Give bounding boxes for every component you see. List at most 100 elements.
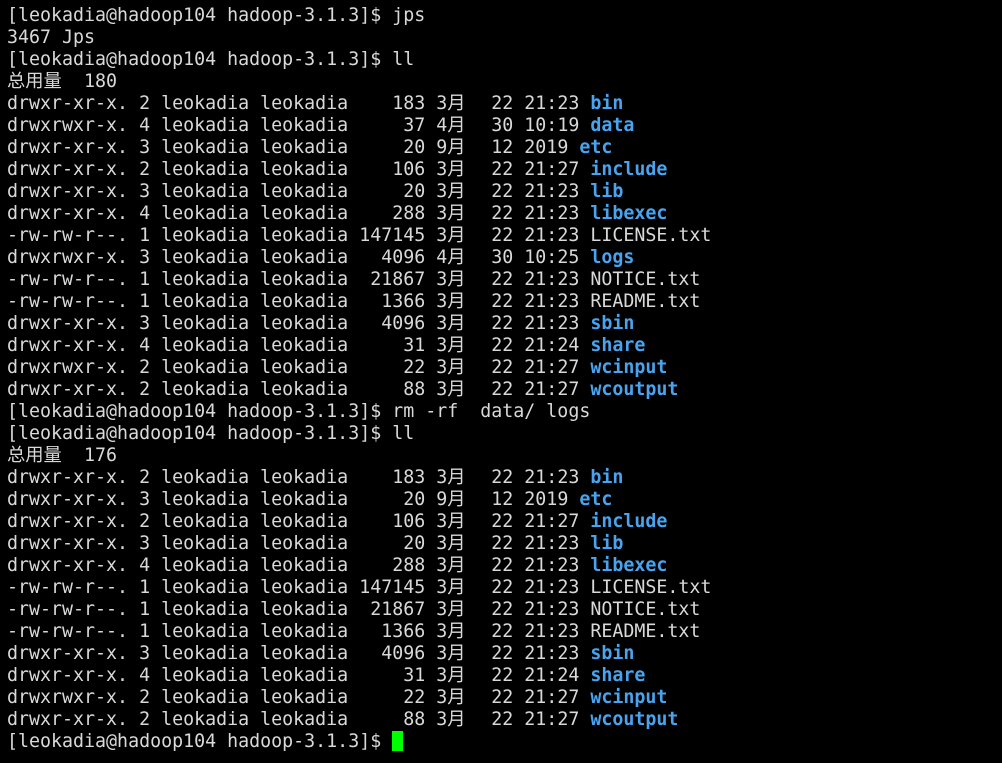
file-month: 3月: [436, 225, 466, 246]
file-attributes: drwxrwxr-x. 2 leokadia leokadia 22: [7, 687, 437, 708]
file-month: 3月: [436, 555, 466, 576]
file-month: 4月: [436, 115, 466, 136]
file-attributes: drwxr-xr-x. 3 leokadia leokadia 20: [7, 533, 437, 554]
directory-name: bin: [590, 93, 624, 114]
file-listing-row: drwxr-xr-x. 2 leokadia leokadia 183 3月 2…: [7, 93, 1002, 115]
file-name: LICENSE.txt: [590, 577, 712, 598]
file-listing-row: -rw-rw-r--. 1 leokadia leokadia 1366 3月 …: [7, 291, 1002, 313]
file-attributes: drwxr-xr-x. 3 leokadia leokadia 4096: [7, 643, 437, 664]
shell-prompt: [leokadia@hadoop104 hadoop-3.1.3]$: [7, 401, 393, 422]
directory-name: libexec: [590, 203, 668, 224]
file-attributes: drwxrwxr-x. 2 leokadia leokadia 22: [7, 357, 437, 378]
directory-name: etc: [579, 489, 613, 510]
file-month: 3月: [436, 159, 466, 180]
file-name: LICENSE.txt: [590, 225, 712, 246]
file-date-time: 22 21:27: [469, 687, 591, 708]
file-name: NOTICE.txt: [590, 599, 701, 620]
file-attributes: drwxr-xr-x. 2 leokadia leokadia 183: [7, 93, 437, 114]
terminal-line: 3467 Jps: [7, 27, 1002, 49]
total-label: 总用量: [7, 445, 62, 466]
file-listing-row: drwxr-xr-x. 2 leokadia leokadia 183 3月 2…: [7, 467, 1002, 489]
directory-name: bin: [590, 467, 624, 488]
file-listing-row: drwxr-xr-x. 4 leokadia leokadia 31 3月 22…: [7, 335, 1002, 357]
file-month: 3月: [436, 379, 466, 400]
file-listing-row: drwxr-xr-x. 4 leokadia leokadia 288 3月 2…: [7, 203, 1002, 225]
file-listing-row: -rw-rw-r--. 1 leokadia leokadia 147145 3…: [7, 577, 1002, 599]
file-attributes: drwxr-xr-x. 3 leokadia leokadia 20: [7, 181, 437, 202]
file-attributes: -rw-rw-r--. 1 leokadia leokadia 1366: [7, 291, 437, 312]
directory-name: include: [590, 511, 668, 532]
total-value: 176: [73, 445, 118, 466]
file-month: 9月: [436, 489, 466, 510]
file-month: 3月: [436, 335, 466, 356]
file-name: NOTICE.txt: [590, 269, 701, 290]
file-date-time: 22 21:27: [469, 379, 591, 400]
file-month: 3月: [436, 291, 466, 312]
file-date-time: 22 21:23: [469, 181, 591, 202]
file-date-time: 22 21:24: [469, 335, 591, 356]
file-date-time: 22 21:23: [469, 203, 591, 224]
file-attributes: drwxrwxr-x. 4 leokadia leokadia 37: [7, 115, 437, 136]
file-name: README.txt: [590, 291, 701, 312]
file-month: 3月: [436, 357, 466, 378]
file-listing-row: -rw-rw-r--. 1 leokadia leokadia 21867 3月…: [7, 599, 1002, 621]
file-date-time: 22 21:23: [469, 93, 591, 114]
file-date-time: 22 21:27: [469, 511, 591, 532]
command-text: jps: [392, 5, 426, 26]
file-attributes: drwxr-xr-x. 2 leokadia leokadia 88: [7, 709, 437, 730]
file-month: 3月: [436, 313, 466, 334]
file-attributes: drwxr-xr-x. 3 leokadia leokadia 4096: [7, 313, 437, 334]
command-input-line[interactable]: [leokadia@hadoop104 hadoop-3.1.3]$: [7, 731, 1002, 753]
directory-name: wcoutput: [590, 379, 679, 400]
file-date-time: 12 2019: [469, 489, 580, 510]
cursor: [392, 731, 404, 751]
terminal-line: [leokadia@hadoop104 hadoop-3.1.3]$ ll: [7, 49, 1002, 71]
file-listing-row: -rw-rw-r--. 1 leokadia leokadia 1366 3月 …: [7, 621, 1002, 643]
file-month: 3月: [436, 511, 466, 532]
file-listing-row: drwxr-xr-x. 2 leokadia leokadia 88 3月 22…: [7, 709, 1002, 731]
file-date-time: 22 21:23: [469, 643, 591, 664]
file-attributes: -rw-rw-r--. 1 leokadia leokadia 21867: [7, 269, 437, 290]
file-attributes: -rw-rw-r--. 1 leokadia leokadia 147145: [7, 577, 437, 598]
file-listing-row: drwxr-xr-x. 3 leokadia leokadia 20 3月 22…: [7, 181, 1002, 203]
file-attributes: drwxr-xr-x. 4 leokadia leokadia 31: [7, 335, 437, 356]
file-listing-row: drwxr-xr-x. 2 leokadia leokadia 106 3月 2…: [7, 511, 1002, 533]
file-listing-row: -rw-rw-r--. 1 leokadia leokadia 147145 3…: [7, 225, 1002, 247]
file-month: 3月: [436, 93, 466, 114]
file-month: 3月: [436, 643, 466, 664]
file-month: 3月: [436, 621, 466, 642]
file-listing-row: drwxrwxr-x. 2 leokadia leokadia 22 3月 22…: [7, 687, 1002, 709]
file-attributes: drwxr-xr-x. 4 leokadia leokadia 288: [7, 555, 437, 576]
directory-name: data: [590, 115, 635, 136]
terminal-line: [leokadia@hadoop104 hadoop-3.1.3]$ ll: [7, 423, 1002, 445]
file-date-time: 30 10:25: [469, 247, 591, 268]
file-date-time: 22 21:23: [469, 291, 591, 312]
terminal-line: [leokadia@hadoop104 hadoop-3.1.3]$ jps: [7, 5, 1002, 27]
file-listing-row: drwxrwxr-x. 2 leokadia leokadia 22 3月 22…: [7, 357, 1002, 379]
file-date-time: 22 21:24: [469, 665, 591, 686]
file-attributes: drwxr-xr-x. 4 leokadia leokadia 31: [7, 665, 437, 686]
directory-name: sbin: [590, 313, 635, 334]
file-month: 3月: [436, 665, 466, 686]
file-listing-row: -rw-rw-r--. 1 leokadia leokadia 21867 3月…: [7, 269, 1002, 291]
file-listing-row: drwxr-xr-x. 4 leokadia leokadia 31 3月 22…: [7, 665, 1002, 687]
directory-name: wcoutput: [590, 709, 679, 730]
shell-prompt: [leokadia@hadoop104 hadoop-3.1.3]$: [7, 731, 393, 752]
command-text: rm -rf data/ logs: [392, 401, 591, 422]
file-month: 9月: [436, 137, 466, 158]
directory-name: share: [590, 335, 646, 356]
terminal-line: 总用量 180: [7, 71, 1002, 93]
directory-name: lib: [590, 181, 624, 202]
file-attributes: drwxr-xr-x. 2 leokadia leokadia 183: [7, 467, 437, 488]
file-attributes: -rw-rw-r--. 1 leokadia leokadia 21867: [7, 599, 437, 620]
file-date-time: 22 21:23: [469, 599, 591, 620]
total-value: 180: [73, 71, 118, 92]
terminal-line: 总用量 176: [7, 445, 1002, 467]
file-attributes: -rw-rw-r--. 1 leokadia leokadia 147145: [7, 225, 437, 246]
directory-name: lib: [590, 533, 624, 554]
file-date-time: 22 21:23: [469, 467, 591, 488]
file-date-time: 30 10:19: [469, 115, 591, 136]
file-date-time: 22 21:23: [469, 533, 591, 554]
command-text: ll: [392, 423, 415, 444]
terminal-output[interactable]: [leokadia@hadoop104 hadoop-3.1.3]$ jps 34…: [0, 0, 1002, 753]
